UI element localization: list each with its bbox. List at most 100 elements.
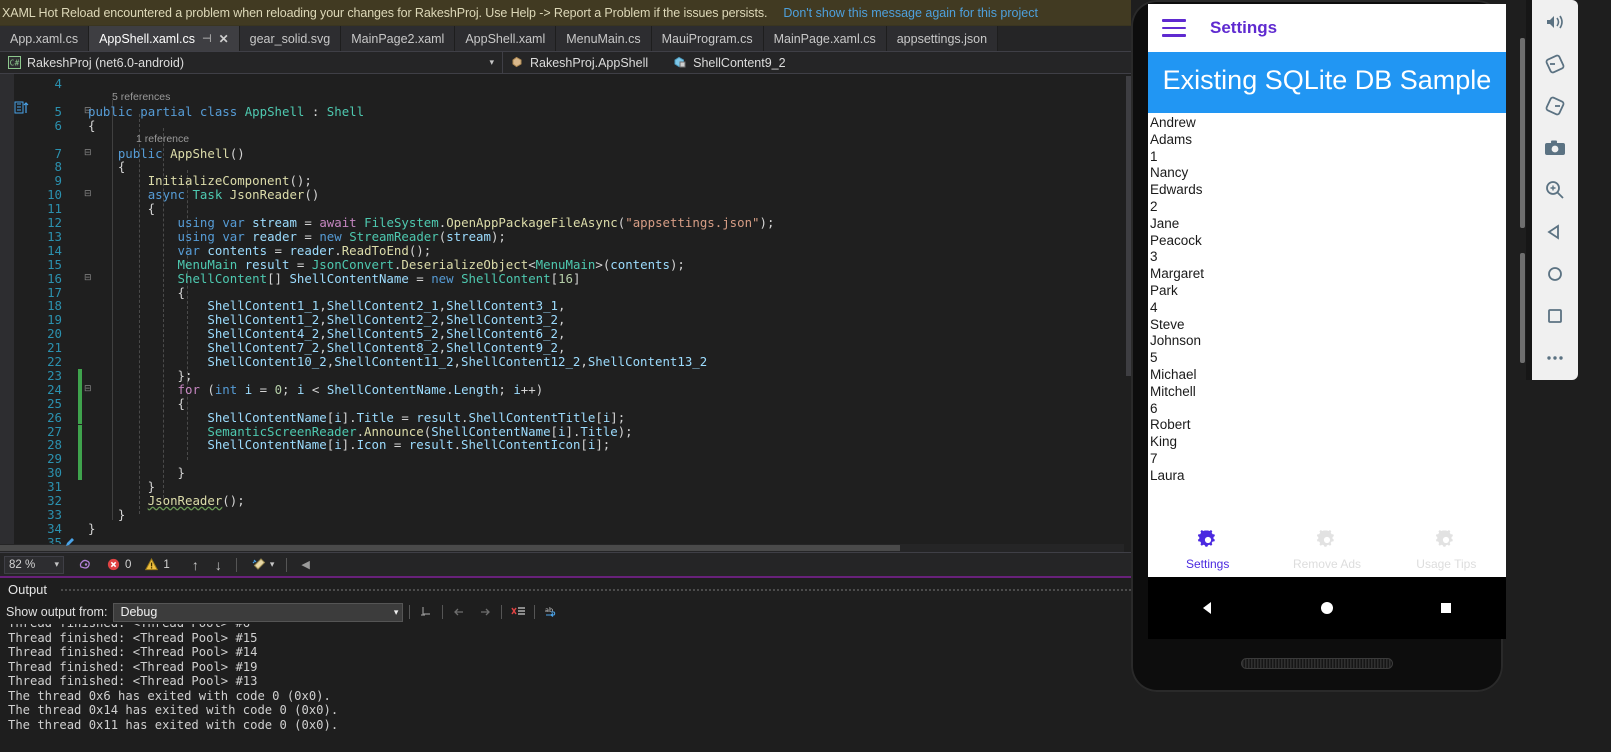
code-editor[interactable]: 4 5 references 5 ⊟ public partial class AppS… [0,74,1138,552]
pin-tab-icon[interactable]: ⊣ [202,32,212,45]
list-item[interactable]: Nancy [1150,165,1506,182]
list-item[interactable]: Edwards [1150,182,1506,199]
panel-drag-grip[interactable] [60,588,1134,592]
scrollbar-thumb[interactable] [0,545,900,551]
recents-key[interactable] [1436,598,1456,618]
editor-tab[interactable]: gear_solid.svg [239,26,342,51]
home-key[interactable] [1317,598,1337,618]
editor-tab[interactable]: MauiProgram.cs [651,26,764,51]
list-item[interactable]: 7 [1150,451,1506,468]
line-number: 28 [47,437,62,453]
codelens-reference[interactable]: 5 references [112,91,170,105]
hot-reload-banner: XAML Hot Reload encountered a problem wh… [0,0,1138,26]
go-forward-icon[interactable] [475,603,495,621]
error-count: 0 [125,558,132,571]
list-item[interactable]: King [1150,434,1506,451]
editor-horizontal-scrollbar[interactable] [0,544,1124,552]
list-item[interactable]: Park [1150,283,1506,300]
previous-issue-button[interactable]: ↑ [192,557,199,573]
zoom-icon[interactable] [1540,176,1570,204]
line-number: 33 [47,506,62,522]
line-number: 9 [54,173,62,189]
list-item[interactable]: Andrew [1150,115,1506,132]
list-item[interactable]: 5 [1150,350,1506,367]
hamburger-menu-icon[interactable] [1162,19,1186,37]
rotate-right-icon[interactable] [1540,92,1570,120]
zoom-level-dropdown[interactable]: 82 % ▾ [4,555,64,574]
back-key[interactable] [1198,598,1218,618]
list-item[interactable]: Adams [1150,132,1506,149]
editor-tab[interactable]: MenuMain.cs [556,26,652,51]
app-tab-label: Settings [1185,556,1230,571]
editor-tab-label: App.xaml.cs [10,31,79,46]
list-item[interactable]: Mitchell [1150,384,1506,401]
list-item[interactable]: Jane [1150,216,1506,233]
list-item[interactable]: 1 [1150,149,1506,166]
list-item[interactable]: Peacock [1150,233,1506,250]
hot-reload-dismiss-link[interactable]: Don't show this message again for this p… [783,6,1038,20]
list-item[interactable]: 3 [1150,249,1506,266]
list-item[interactable]: Robert [1150,417,1506,434]
code-line: 21 ShellContent7_2,ShellContent8_2,Shell… [0,341,1100,355]
code-text[interactable]: 4 5 references 5 ⊟ public partial class AppS… [0,74,1124,552]
list-item[interactable]: 2 [1150,199,1506,216]
clear-all-icon[interactable] [508,603,528,621]
volume-icon[interactable] [1540,8,1570,36]
code-line-text: public AppShell() [117,145,245,161]
line-number: 4 [54,76,62,91]
more-icon[interactable] [1540,344,1570,372]
editor-tab[interactable]: MainPage.xaml.cs [763,26,887,51]
chevron-down-icon-cleanup[interactable]: ▾ [270,559,275,570]
list-item[interactable]: 4 [1150,300,1506,317]
list-item[interactable]: Margaret [1150,266,1506,283]
editor-tab[interactable]: App.xaml.cs [0,26,90,51]
code-line: 13 using var reader = new StreamReader(s… [0,229,1100,244]
type-dropdown[interactable]: RakeshProj.AppShell ▾ ShellContent9_2 [503,52,1492,74]
next-issue-button[interactable]: ↓ [215,557,222,573]
code-line-text: SemanticScreenReader.Announce(ShellConte… [207,423,633,439]
go-back-icon[interactable] [449,603,469,621]
list-item[interactable]: Johnson [1150,333,1506,350]
output-source-dropdown[interactable]: Debug ▾ [113,602,404,622]
intellicode-icon[interactable] [78,557,93,572]
collapse-panel-button[interactable]: ◀ [301,558,309,571]
code-line-text: } [88,465,185,481]
list-item[interactable]: Michael [1150,367,1506,384]
app-tab-remove-ads[interactable]: Remove Ads [1267,529,1386,571]
code-line-text: } [88,479,156,495]
list-item[interactable]: Steve [1150,317,1506,334]
camera-icon[interactable] [1540,134,1570,162]
employee-list[interactable]: Andrew Adams 1 Nancy Edwards 2 Jane Peacock 3 Mar… [1148,113,1506,485]
changed-line-marker [78,466,82,481]
codelens-reference[interactable]: 1 reference [136,133,189,147]
code-cleanup-icon[interactable] [251,557,267,572]
warning-indicator[interactable]: 1 [145,558,170,571]
app-tab-label: Usage Tips [1416,556,1477,571]
list-item[interactable]: 6 [1150,401,1506,418]
editor-tab[interactable]: AppShell.xaml.cs ⊣ ✕ [89,26,240,51]
list-item[interactable]: Laura [1150,468,1506,485]
emulator-panel-rail-bottom[interactable] [1520,253,1525,363]
editor-tab[interactable]: MainPage2.xaml [341,26,456,51]
overview-icon[interactable] [1540,302,1570,330]
bookmark-icon[interactable] [14,101,32,115]
output-text[interactable]: Thread finished: <Thread Pool> #6Thread … [0,624,1138,752]
rotate-left-icon[interactable] [1540,50,1570,78]
find-message-icon[interactable] [416,603,436,621]
app-tab-usage-tips[interactable]: Usage Tips [1387,529,1506,571]
back-icon[interactable] [1540,218,1570,246]
home-icon[interactable] [1540,260,1570,288]
project-dropdown[interactable]: C# RakeshProj (net6.0-android) ▾ [0,51,503,74]
editor-tab[interactable]: AppShell.xaml [455,26,557,51]
app-tab-settings[interactable]: Settings [1148,529,1267,571]
device-screen[interactable]: Settings Existing SQLite DB Sample Andre… [1148,4,1506,577]
code-line-text: } [88,506,126,522]
emulator-panel-rail-top[interactable] [1520,38,1525,228]
code-line: 1 reference [0,133,1100,147]
editor-tab[interactable]: appsettings.json [886,26,999,51]
error-indicator[interactable]: 0 [107,558,131,571]
line-number: 29 [47,451,62,467]
close-tab-icon[interactable]: ✕ [219,32,229,46]
line-number: 5 [54,103,62,119]
word-wrap-icon[interactable]: ab [541,603,561,621]
